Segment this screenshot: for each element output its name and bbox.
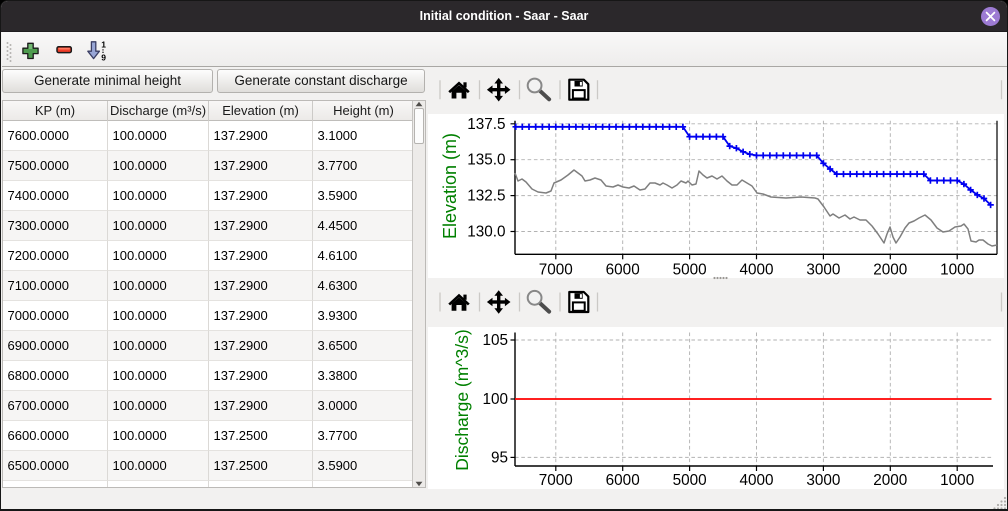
svg-text:7000: 7000 <box>539 472 573 489</box>
svg-text:5000: 5000 <box>673 472 707 489</box>
svg-text:105: 105 <box>482 332 508 349</box>
svg-text:4000: 4000 <box>739 472 773 489</box>
svg-text:95: 95 <box>491 449 508 466</box>
svg-text:2000: 2000 <box>873 472 907 489</box>
svg-text:6000: 6000 <box>606 472 640 489</box>
svg-text:Discharge (m^3/s): Discharge (m^3/s) <box>452 329 472 470</box>
svg-text:3000: 3000 <box>806 472 840 489</box>
svg-text:100: 100 <box>482 391 508 408</box>
svg-text:1000: 1000 <box>940 472 974 489</box>
